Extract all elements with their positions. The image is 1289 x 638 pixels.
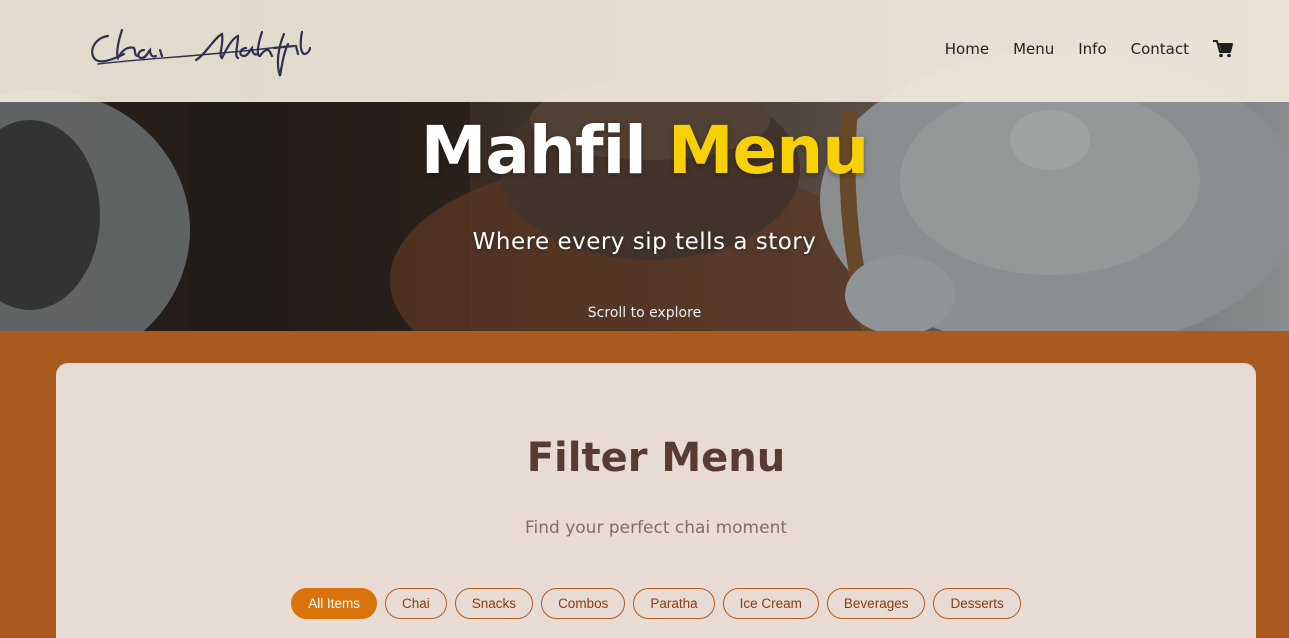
nav-links: Home Menu Info Contact [921, 40, 1233, 58]
filter-chip-desserts[interactable]: Desserts [933, 588, 1021, 619]
brand-logo[interactable] [88, 24, 318, 80]
hero-subtitle: Where every sip tells a story [472, 229, 817, 255]
filter-title: Filter Menu [526, 435, 786, 481]
nav-contact[interactable]: Contact [1131, 40, 1189, 58]
filter-chip-beverages[interactable]: Beverages [826, 588, 926, 619]
filter-chip-snacks[interactable]: Snacks [454, 588, 534, 619]
filter-chip-chai[interactable]: Chai [385, 588, 447, 619]
navbar: Home Menu Info Contact [0, 0, 1289, 102]
filter-chip-ice-cream[interactable]: Ice Cream [722, 588, 819, 619]
filter-chip-paratha[interactable]: Paratha [633, 588, 715, 619]
filter-menu-card: Filter Menu Find your perfect chai momen… [56, 363, 1256, 638]
shopping-cart-icon[interactable] [1213, 40, 1233, 58]
nav-home[interactable]: Home [945, 40, 989, 58]
filter-chip-group: All Items Chai Snacks Combos Paratha Ice… [56, 588, 1256, 619]
filter-subtitle: Find your perfect chai moment [524, 518, 788, 538]
nav-menu[interactable]: Menu [1013, 40, 1054, 58]
nav-info[interactable]: Info [1078, 40, 1106, 58]
scroll-hint[interactable]: Scroll to explore [0, 305, 1289, 321]
filter-chip-combos[interactable]: Combos [541, 588, 626, 619]
hero-title: Mahfil Menu [0, 112, 1289, 189]
hero-title-main: Mahfil [420, 112, 647, 189]
filter-chip-all-items[interactable]: All Items [291, 588, 378, 619]
hero-title-accent: Menu [667, 112, 869, 189]
